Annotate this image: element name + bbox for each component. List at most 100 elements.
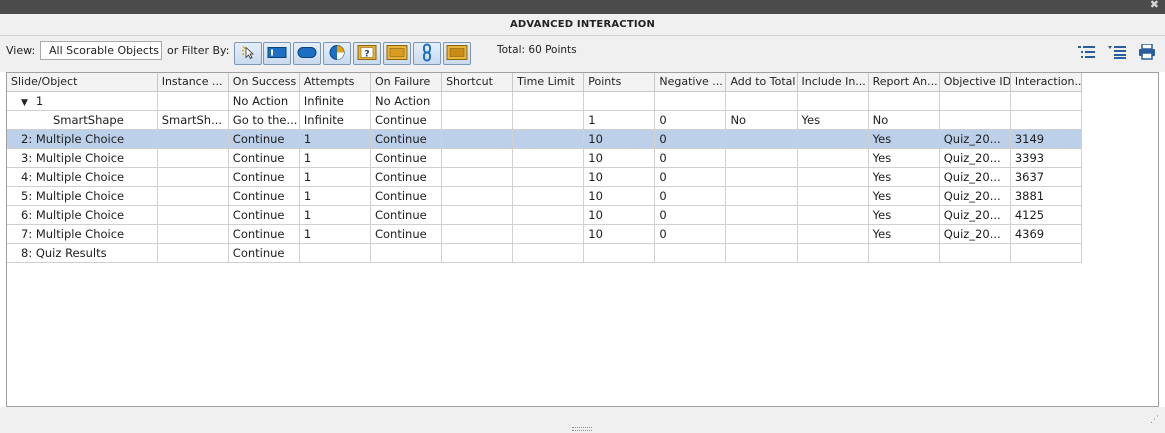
table-cell: 1	[299, 129, 371, 149]
table-cell: 3393	[1010, 148, 1083, 168]
table-cell: Continue	[370, 148, 443, 168]
column-header-interaction-id[interactable]: Interaction...	[1010, 73, 1083, 92]
table-cell	[797, 243, 869, 263]
table-cell	[441, 243, 514, 263]
table-cell	[654, 91, 727, 111]
table-cell	[157, 243, 229, 263]
column-header-on-failure[interactable]: On Failure	[370, 73, 443, 92]
print-icon[interactable]	[1137, 43, 1157, 64]
table-cell: Continue	[370, 205, 443, 225]
interaction-table[interactable]: Slide/Object Instance ... On Success Att…	[6, 72, 1159, 407]
table-cell	[725, 91, 798, 111]
table-cell: No	[725, 110, 798, 130]
table-cell	[157, 91, 229, 111]
column-header-slide-object[interactable]: Slide/Object	[7, 73, 158, 92]
table-cell: Quiz_20...	[939, 129, 1011, 149]
table-row[interactable]: SmartShape SmartSh... Go to the... Infin…	[7, 110, 1083, 130]
table-cell: SmartShape	[7, 110, 158, 130]
table-row[interactable]: 3: Multiple Choice Continue 1 Continue 1…	[7, 148, 1083, 168]
expand-list-icon[interactable]	[1077, 44, 1097, 64]
table-cell: Continue	[370, 110, 443, 130]
resize-splitter-handle[interactable]	[572, 427, 592, 431]
table-cell: 3: Multiple Choice	[7, 148, 158, 168]
column-header-objective-id[interactable]: Objective ID	[939, 73, 1011, 92]
interaction-widget-icon	[446, 44, 468, 63]
total-points: Total: 60 Points	[497, 44, 577, 56]
table-cell: No Action	[228, 91, 300, 111]
table-cell	[583, 91, 656, 111]
view-dropdown[interactable]: All Scorable Objects	[40, 41, 162, 60]
column-header-points[interactable]: Points	[583, 73, 656, 92]
column-header-report-answers[interactable]: Report An...	[868, 73, 940, 92]
table-row[interactable]: 6: Multiple Choice Continue 1 Continue 1…	[7, 205, 1083, 225]
table-row[interactable]: 4: Multiple Choice Continue 1 Continue 1…	[7, 167, 1083, 187]
table-cell	[441, 167, 514, 187]
column-header-instance[interactable]: Instance ...	[157, 73, 229, 92]
table-cell: 1	[583, 110, 656, 130]
column-header-attempts[interactable]: Attempts	[299, 73, 371, 92]
table-cell	[441, 148, 514, 168]
table-cell	[441, 91, 514, 111]
table-cell: 1	[299, 186, 371, 206]
table-cell: Continue	[228, 205, 300, 225]
filter-button-button[interactable]	[293, 42, 321, 65]
table-cell: Quiz_20...	[939, 205, 1011, 225]
table-cell	[725, 186, 798, 206]
table-cell	[299, 243, 371, 263]
table-cell: Continue	[228, 167, 300, 187]
collapse-triangle-icon[interactable]: ▼	[21, 98, 28, 108]
view-label: View:	[6, 44, 36, 57]
table-cell	[725, 205, 798, 225]
column-header-negative[interactable]: Negative ...	[654, 73, 727, 92]
toolbar: View: All Scorable Objects or Filter By:…	[0, 36, 1165, 72]
filter-text-entry-button[interactable]	[263, 42, 291, 65]
column-header-add-to-total[interactable]: Add to Total	[725, 73, 798, 92]
filter-label: or Filter By:	[167, 44, 230, 57]
filter-smart-shape-button[interactable]	[323, 42, 351, 65]
table-cell	[512, 110, 585, 130]
collapse-list-icon[interactable]	[1107, 44, 1127, 64]
table-cell	[797, 148, 869, 168]
filter-hyperlink-button[interactable]	[413, 42, 441, 65]
table-cell	[157, 205, 229, 225]
window-top-bar: ✖	[0, 0, 1165, 14]
table-cell: Quiz_20...	[939, 186, 1011, 206]
table-cell: 3637	[1010, 167, 1083, 187]
table-cell	[868, 243, 940, 263]
table-cell: No Action	[370, 91, 443, 111]
resize-grip-icon[interactable]: ⋰	[1150, 415, 1159, 425]
table-row[interactable]: ▼ 1 No Action Infinite No Action	[7, 91, 1083, 111]
filter-question-button[interactable]: ?	[353, 42, 381, 65]
table-cell: Yes	[868, 167, 940, 187]
filter-drag-drop-button[interactable]	[383, 42, 411, 65]
column-header-time-limit[interactable]: Time Limit	[512, 73, 585, 92]
table-cell: 4: Multiple Choice	[7, 167, 158, 187]
table-cell: 0	[654, 224, 727, 244]
table-row-selected[interactable]: 2: Multiple Choice Continue 1 Continue 1…	[7, 129, 1083, 149]
column-header-on-success[interactable]: On Success	[228, 73, 300, 92]
table-row[interactable]: 5: Multiple Choice Continue 1 Continue 1…	[7, 186, 1083, 206]
table-cell	[157, 129, 229, 149]
filter-interaction-button[interactable]	[443, 42, 471, 65]
table-cell	[512, 148, 585, 168]
table-cell: No	[868, 110, 940, 130]
table-cell: 0	[654, 205, 727, 225]
table-header-row: Slide/Object Instance ... On Success Att…	[7, 73, 1083, 92]
table-cell	[725, 129, 798, 149]
filter-click-box-button[interactable]	[234, 42, 262, 65]
table-cell: 3881	[1010, 186, 1083, 206]
text-entry-box-icon	[267, 45, 287, 62]
column-header-include-in[interactable]: Include In...	[797, 73, 869, 92]
table-row[interactable]: 8: Quiz Results Continue	[7, 243, 1083, 263]
table-cell	[725, 167, 798, 187]
table-cell	[512, 243, 585, 263]
table-row[interactable]: 7: Multiple Choice Continue 1 Continue 1…	[7, 224, 1083, 244]
column-header-shortcut[interactable]: Shortcut	[441, 73, 514, 92]
table-cell: 0	[654, 167, 727, 187]
table-cell	[512, 91, 585, 111]
close-icon[interactable]: ✖	[1150, 0, 1159, 11]
table-cell	[157, 167, 229, 187]
drag-drop-icon	[386, 44, 408, 63]
table-cell: 0	[654, 148, 727, 168]
table-cell: Quiz_20...	[939, 167, 1011, 187]
